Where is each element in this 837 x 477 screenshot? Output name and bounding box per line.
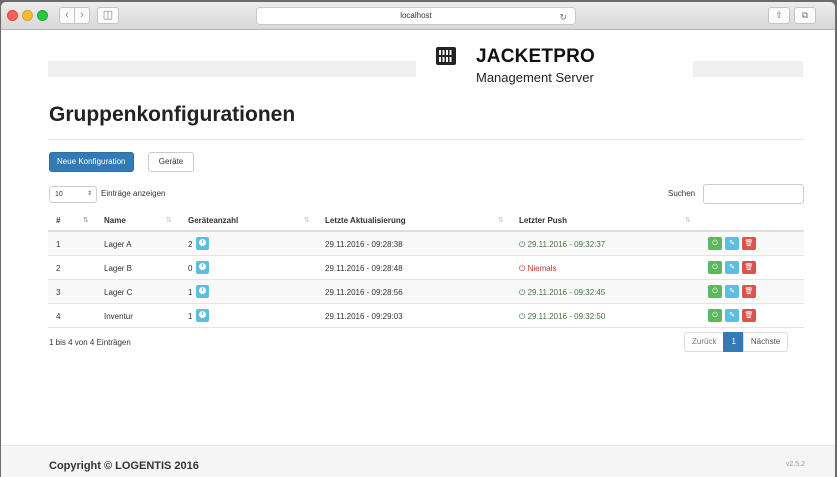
page-length-select[interactable]: 10 ⇕	[49, 186, 97, 203]
page-content: JACKETPRO Management Server Gruppenkonfi…	[1, 31, 835, 477]
column-header-number[interactable]: #	[56, 216, 60, 225]
close-window-button[interactable]	[7, 10, 18, 21]
pagination-previous[interactable]: Zurück	[684, 332, 725, 352]
last-update: 29.11.2016 - 09:29:03	[325, 312, 403, 321]
table-header: # ⇅ Name ⇅ Geräteanzahl ⇅ Letzte Aktuali…	[48, 210, 804, 232]
device-info-icon[interactable]	[196, 237, 209, 250]
minimize-window-button[interactable]	[22, 10, 33, 21]
push-never-icon: ⏻	[519, 264, 526, 273]
pagination-next[interactable]: Nächste	[742, 332, 789, 352]
last-update: 29.11.2016 - 09:28:48	[325, 264, 403, 273]
device-count: 1	[188, 288, 193, 297]
pagination-page-1[interactable]: 1	[723, 332, 744, 352]
last-push: ⏻ 29.11.2016 - 09:32:50	[519, 312, 605, 322]
last-push-value: 29.11.2016 - 09:32:50	[527, 312, 606, 321]
push-icon[interactable]: ⏻	[708, 237, 722, 250]
reload-icon[interactable]: ↻	[559, 9, 567, 25]
column-header-name[interactable]: Name	[104, 216, 126, 225]
brand-subtitle: Management Server	[476, 70, 594, 85]
device-count: 1	[188, 312, 193, 321]
table-body: 1 Lager A 2 29.11.2016 - 09:28:38 ⏻ 29.11.20…	[48, 232, 804, 328]
device-info-icon[interactable]	[196, 309, 209, 322]
pagination: Zurück 1 Nächste	[684, 332, 789, 352]
browser-window: ‹ › ◫ localhost ↻ ⇧ ⧉ JACKETPRO Manageme…	[1, 2, 835, 477]
browser-titlebar: ‹ › ◫ localhost ↻ ⇧ ⧉	[1, 2, 835, 30]
table-row: 4 Inventur 1 29.11.2016 - 09:29:03 ⏻ 29.11.2…	[48, 304, 804, 328]
jacket-barcode-icon	[436, 47, 456, 65]
last-update: 29.11.2016 - 09:28:38	[325, 240, 403, 249]
row-number: 1	[56, 240, 61, 249]
sort-icon[interactable]: ⇅	[83, 216, 89, 224]
last-push-value: 29.11.2016 - 09:32:45	[527, 288, 606, 297]
new-configuration-button[interactable]: Neue Konfiguration	[49, 152, 134, 172]
footer: Copyright © LOGENTIS 2016 v2.5.2	[1, 445, 835, 477]
table-info: 1 bis 4 von 4 Einträgen	[49, 338, 131, 347]
maximize-window-button[interactable]	[37, 10, 48, 21]
share-icon[interactable]: ⇧	[768, 7, 790, 24]
edit-icon[interactable]: ✎	[725, 309, 739, 322]
device-count: 2	[188, 240, 193, 249]
last-update: 29.11.2016 - 09:28:56	[325, 288, 403, 297]
device-info-icon[interactable]	[196, 285, 209, 298]
row-number: 4	[56, 312, 61, 321]
group-name: Lager A	[104, 240, 132, 249]
group-name: Lager C	[104, 288, 133, 297]
last-push: ⏻ 29.11.2016 - 09:32:45	[519, 288, 605, 298]
push-success-icon: ⏻	[519, 312, 526, 321]
copyright-text: Copyright © LOGENTIS 2016	[49, 460, 199, 472]
push-icon[interactable]: ⏻	[708, 285, 722, 298]
page-length-value: 10	[55, 191, 63, 198]
push-icon[interactable]: ⏻	[708, 309, 722, 322]
push-success-icon: ⏻	[519, 240, 526, 249]
address-url: localhost	[400, 11, 432, 20]
sort-icon[interactable]: ⇅	[498, 216, 504, 224]
entries-label: Einträge anzeigen	[101, 189, 166, 198]
forward-icon[interactable]: ›	[74, 7, 90, 24]
delete-icon[interactable]: 🗑	[742, 261, 756, 274]
search-input[interactable]	[703, 184, 804, 204]
brand-title: JACKETPRO	[476, 46, 595, 67]
device-info-icon[interactable]	[196, 261, 209, 274]
configurations-table: # ⇅ Name ⇅ Geräteanzahl ⇅ Letzte Aktuali…	[48, 210, 804, 328]
delete-icon[interactable]: 🗑	[742, 285, 756, 298]
version-text: v2.5.2	[785, 461, 805, 468]
table-row: 1 Lager A 2 29.11.2016 - 09:28:38 ⏻ 29.11.20…	[48, 232, 804, 256]
push-icon[interactable]: ⏻	[708, 261, 722, 274]
back-icon[interactable]: ‹	[59, 7, 75, 24]
title-divider	[48, 139, 804, 140]
search-label: Suchen	[668, 189, 696, 198]
header-placeholder-left	[48, 61, 416, 77]
address-bar[interactable]: localhost ↻	[256, 7, 576, 25]
edit-icon[interactable]: ✎	[725, 261, 739, 274]
sort-icon[interactable]: ⇅	[304, 216, 310, 224]
device-count: 0	[188, 264, 193, 273]
group-name: Inventur	[104, 312, 133, 321]
push-success-icon: ⏻	[519, 288, 526, 297]
edit-icon[interactable]: ✎	[725, 285, 739, 298]
last-push-value: Niemals	[527, 264, 557, 273]
table-row: 3 Lager C 1 29.11.2016 - 09:28:56 ⏻ 29.11.20…	[48, 280, 804, 304]
column-header-last-update[interactable]: Letzte Aktualisierung	[325, 216, 406, 225]
row-number: 3	[56, 288, 61, 297]
table-row: 2Lager B029.11.2016 - 09:28:48⏻ Niemals⏻…	[48, 256, 804, 280]
delete-icon[interactable]: 🗑	[742, 309, 756, 322]
select-caret-icon: ⇕	[86, 191, 92, 197]
row-number: 2	[56, 264, 61, 273]
delete-icon[interactable]: 🗑	[742, 237, 756, 250]
header-placeholder-right	[693, 61, 803, 77]
group-name: Lager B	[104, 264, 133, 273]
edit-icon[interactable]: ✎	[725, 237, 739, 250]
sidebar-toggle-icon[interactable]: ◫	[97, 7, 119, 24]
column-header-device-count[interactable]: Geräteanzahl	[188, 216, 238, 225]
devices-button[interactable]: Geräte	[148, 152, 194, 172]
sort-icon[interactable]: ⇅	[166, 216, 172, 224]
column-header-last-push[interactable]: Letzter Push	[519, 216, 567, 225]
last-push: ⏻ Niemals	[519, 264, 556, 274]
last-push-value: 29.11.2016 - 09:32:37	[527, 240, 606, 249]
last-push: ⏻ 29.11.2016 - 09:32:37	[519, 240, 605, 250]
tabs-overview-icon[interactable]: ⧉	[794, 7, 816, 24]
sort-icon[interactable]: ⇅	[685, 216, 691, 224]
page-title: Gruppenkonfigurationen	[49, 103, 296, 126]
